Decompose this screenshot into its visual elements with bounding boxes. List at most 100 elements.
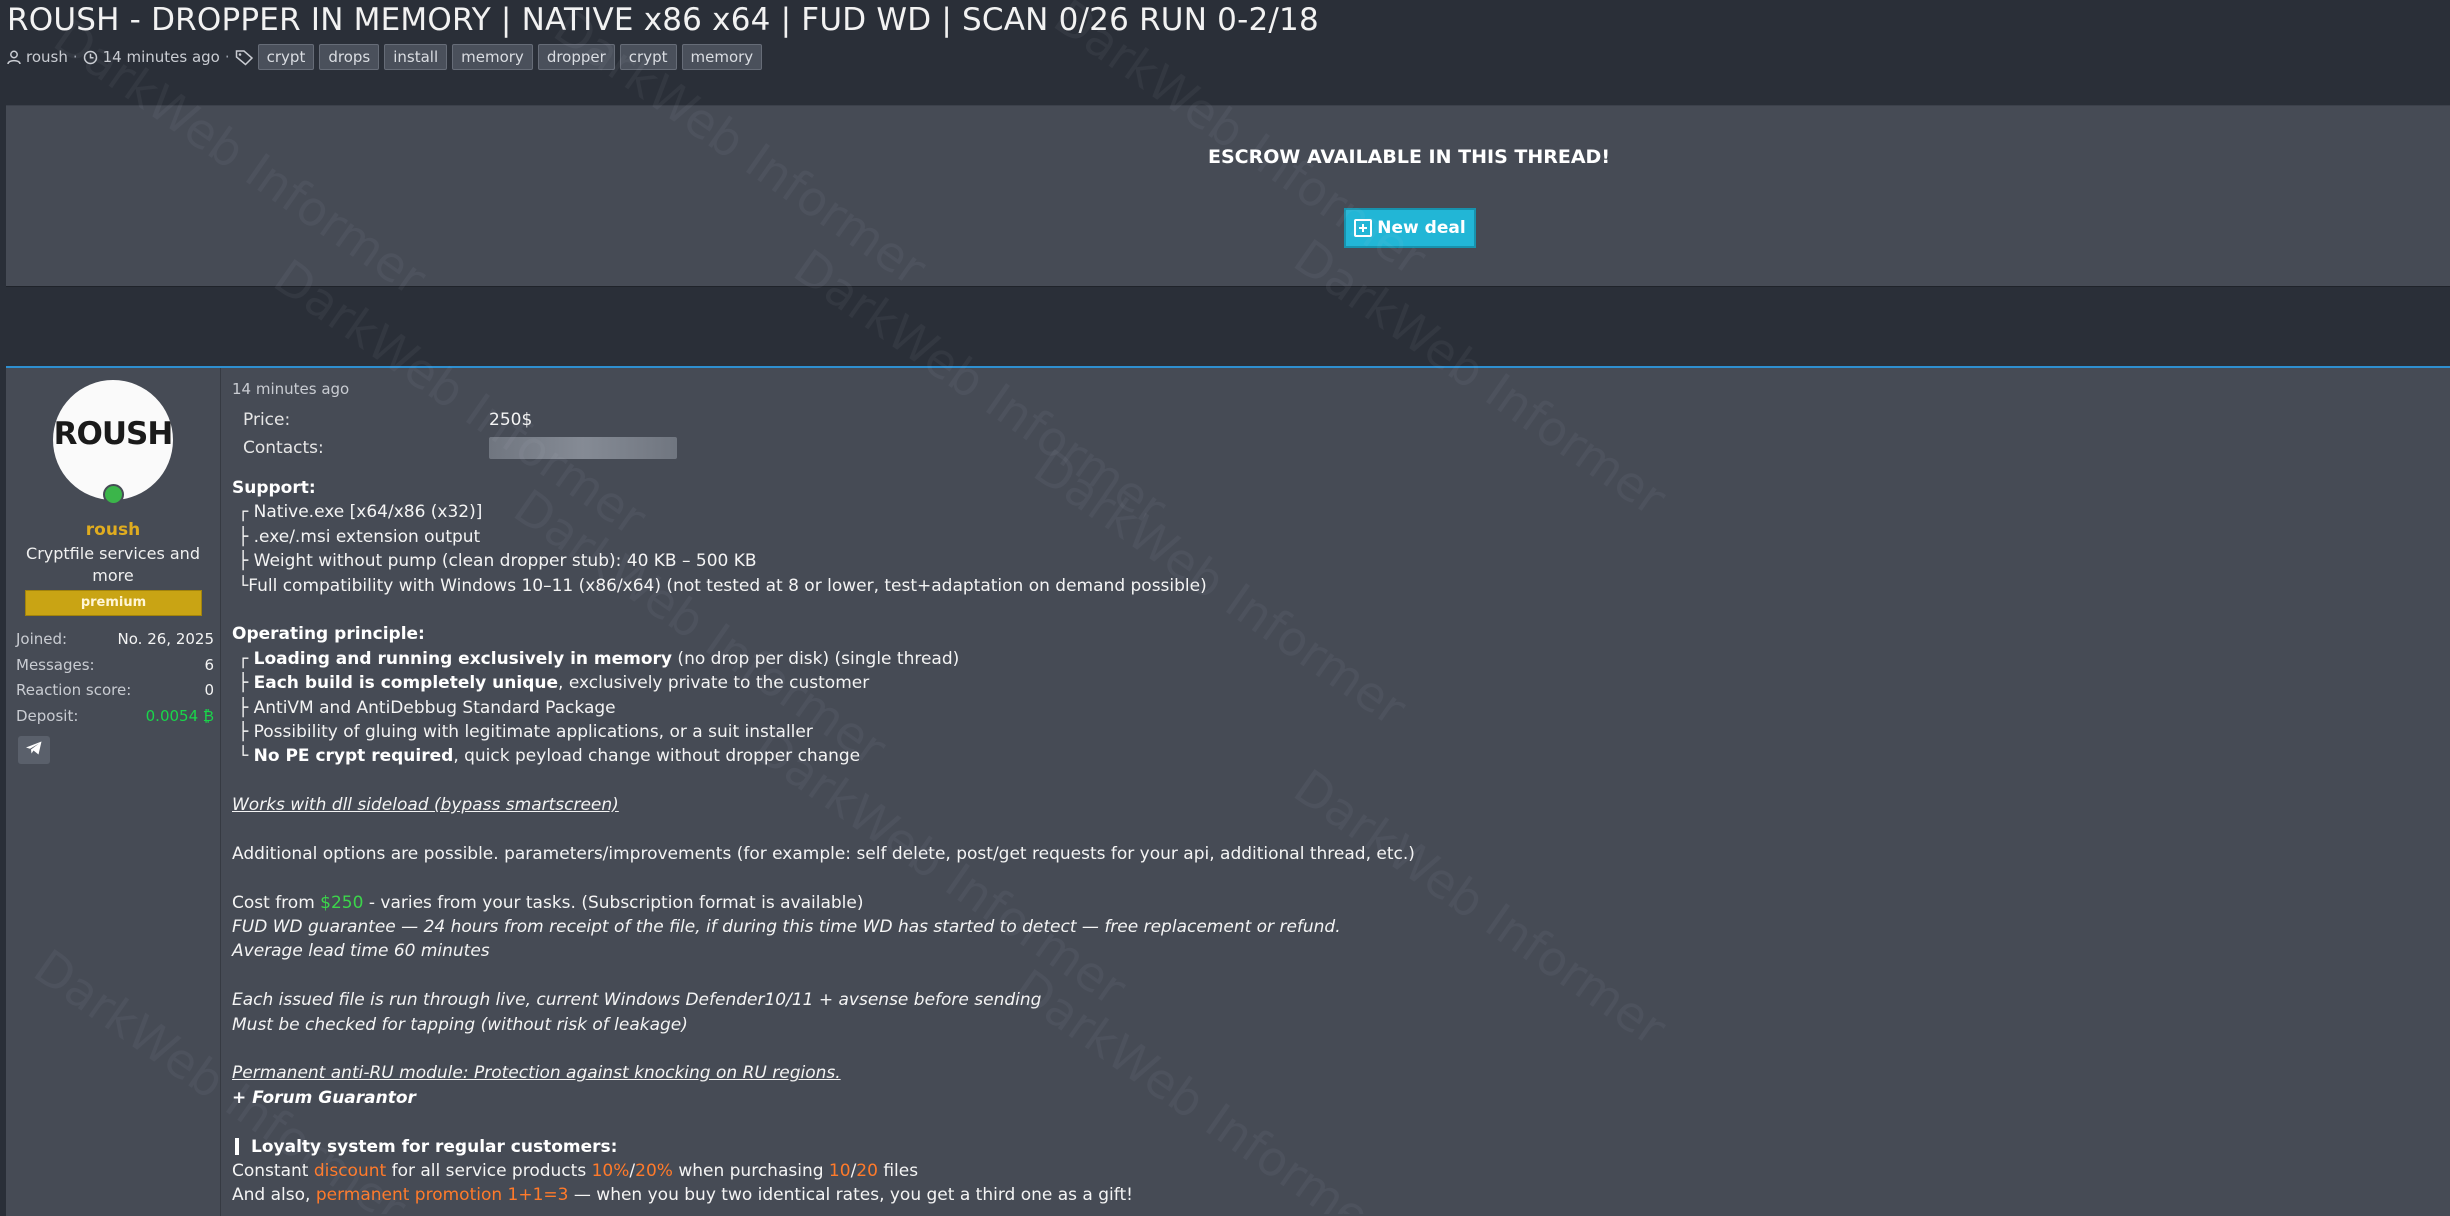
tag[interactable]: dropper <box>537 44 615 70</box>
text: , exclusively private to the customer <box>558 673 870 694</box>
post: ROUSH roush Cryptfile services and more … <box>6 366 2450 1216</box>
stat-messages: Messages: 6 <box>16 653 214 679</box>
highlight: 20% <box>635 1160 673 1181</box>
text: - varies from your tasks. (Subscription … <box>363 892 864 913</box>
user-stats: Joined: No. 26, 2025 Messages: 6 Reactio… <box>16 627 214 729</box>
support-heading: Support: <box>232 478 316 498</box>
fud-guarantee: FUD WD guarantee — 24 hours from receipt… <box>232 917 1341 938</box>
plus-square-icon <box>1354 219 1373 237</box>
bold-text: Each build is completely unique <box>253 673 559 694</box>
contacts-row: Contacts: <box>243 434 2432 462</box>
premium-badge: premium <box>25 590 202 616</box>
text: for all service products <box>386 1160 592 1181</box>
tag[interactable]: drops <box>319 44 380 70</box>
tag-icon <box>235 49 254 66</box>
operating-item: ├ AntiVM and AntiDebbug Standard Package <box>238 697 616 718</box>
issued-file-note: Each issued file is run through live, cu… <box>232 990 1042 1011</box>
avatar[interactable]: ROUSH <box>53 380 173 500</box>
contacts-label: Contacts: <box>243 438 324 458</box>
highlight: 10% <box>591 1160 630 1181</box>
text: — when you buy two identical rates, you … <box>568 1185 1133 1206</box>
new-deal-label: New deal <box>1377 218 1466 238</box>
username[interactable]: roush <box>6 520 220 540</box>
tree-prefix: ┌ <box>238 648 254 669</box>
tree-prefix: └ <box>238 746 254 767</box>
bold-text: Loading and running exclusively in memor… <box>253 648 673 669</box>
operating-item: ├ Possibility of gluing with legitimate … <box>238 721 813 742</box>
dll-sideload-note: Works with dll sideload (bypass smartscr… <box>232 795 619 816</box>
tag-list: crypt drops install memory dropper crypt… <box>257 44 768 70</box>
user-title: Cryptfile services and more <box>26 544 200 585</box>
stat-reaction-score: Reaction score: 0 <box>16 678 214 704</box>
support-item: ┌ Native.exe [x64/x86 (x32)] <box>238 502 483 523</box>
operating-heading: Operating principle: <box>232 624 425 645</box>
telegram-button[interactable] <box>18 736 50 764</box>
loyalty-line: Constant discount for all service produc… <box>232 1159 2432 1183</box>
text: Cost from <box>232 892 321 913</box>
price-label: Price: <box>243 410 291 430</box>
loyalty-heading-text: Loyalty system for regular customers: <box>251 1136 618 1157</box>
thread-author[interactable]: roush <box>26 48 68 66</box>
price-row: Price: 250$ <box>243 406 2432 434</box>
user-icon <box>7 50 21 65</box>
tag[interactable]: install <box>384 44 448 70</box>
highlight: 20 <box>856 1160 878 1181</box>
highlight: discount <box>313 1160 387 1181</box>
bold-text: No PE crypt required <box>253 746 454 767</box>
stat-value[interactable]: 6 <box>204 653 214 679</box>
thread-time[interactable]: 14 minutes ago <box>103 48 220 66</box>
operating-item: ┌ Loading and running exclusively in mem… <box>238 647 2432 671</box>
stat-label: Messages: <box>16 655 95 674</box>
loyalty-heading: Loyalty system for regular customers: <box>232 1135 2432 1159</box>
tag[interactable]: crypt <box>619 44 677 70</box>
clock-icon <box>83 50 98 65</box>
stat-value: No. 26, 2025 <box>117 630 214 648</box>
tapping-note: Must be checked for tapping (without ris… <box>232 1014 688 1035</box>
telegram-icon <box>25 740 43 760</box>
anti-ru-note: Permanent anti-RU module: Protection aga… <box>232 1063 841 1084</box>
new-deal-button[interactable]: New deal <box>1344 208 1476 248</box>
text: Constant <box>232 1160 314 1181</box>
post-date[interactable]: 14 minutes ago <box>232 378 2432 400</box>
meta-separator: · <box>224 48 230 66</box>
stat-value: 0 <box>204 681 214 699</box>
stat-label: Deposit: <box>16 706 79 725</box>
tree-prefix: ├ <box>238 673 254 694</box>
support-item: ├ .exe/.msi extension output <box>238 526 481 547</box>
stat-label: Reaction score: <box>16 681 132 699</box>
cost-line: Cost from $250 - varies from your tasks.… <box>232 891 2432 915</box>
additional-options: Additional options are possible. paramet… <box>232 843 1415 864</box>
escrow-panel: ESCROW AVAILABLE IN THIS THREAD! New dea… <box>6 105 2450 287</box>
contacts-value-redacted <box>489 437 677 459</box>
tag[interactable]: crypt <box>257 44 315 70</box>
tag[interactable]: memory <box>681 44 763 70</box>
meta-separator: · <box>72 48 78 66</box>
text: when purchasing <box>672 1160 829 1181</box>
stat-label: Joined: <box>16 630 68 648</box>
stat-value: 0.0054 ₿ <box>145 706 214 725</box>
text: And also, <box>232 1185 316 1206</box>
tag[interactable]: memory <box>452 44 533 70</box>
forum-guarantor: + Forum Guarantor <box>232 1087 416 1108</box>
post-body: 14 minutes ago Price: 250$ Contacts: Supp… <box>232 378 2432 1208</box>
support-item: └Full compatibility with Windows 10–11 (… <box>238 575 1207 596</box>
stat-joined: Joined: No. 26, 2025 <box>16 627 214 653</box>
operating-item: ├ Each build is completely unique, exclu… <box>238 671 2432 695</box>
lead-time: Average lead time 60 minutes <box>232 941 490 962</box>
thread-meta: roush · 14 minutes ago · crypt drops ins… <box>7 44 767 70</box>
text: files <box>877 1160 919 1181</box>
user-sidebar: ROUSH roush Cryptfile services and more … <box>6 368 221 1216</box>
quote-bar <box>235 1138 239 1156</box>
cost-value: $250 <box>320 892 364 913</box>
highlight: permanent promotion 1+1=3 <box>315 1185 569 1206</box>
operating-item: └ No PE crypt required, quick peyload ch… <box>238 744 2432 768</box>
support-item: ├ Weight without pump (clean dropper stu… <box>238 551 757 572</box>
text: (no drop per disk) (single thread) <box>672 648 960 669</box>
online-indicator <box>103 484 124 505</box>
price-value: 250$ <box>489 410 533 430</box>
escrow-notice: ESCROW AVAILABLE IN THIS THREAD! <box>1208 146 1610 168</box>
highlight: 10 <box>828 1160 851 1181</box>
text: , quick peyload change without dropper c… <box>453 746 861 767</box>
avatar-logo-text: ROUSH <box>53 416 173 452</box>
promotion-line: And also, permanent promotion 1+1=3 — wh… <box>232 1183 2432 1207</box>
